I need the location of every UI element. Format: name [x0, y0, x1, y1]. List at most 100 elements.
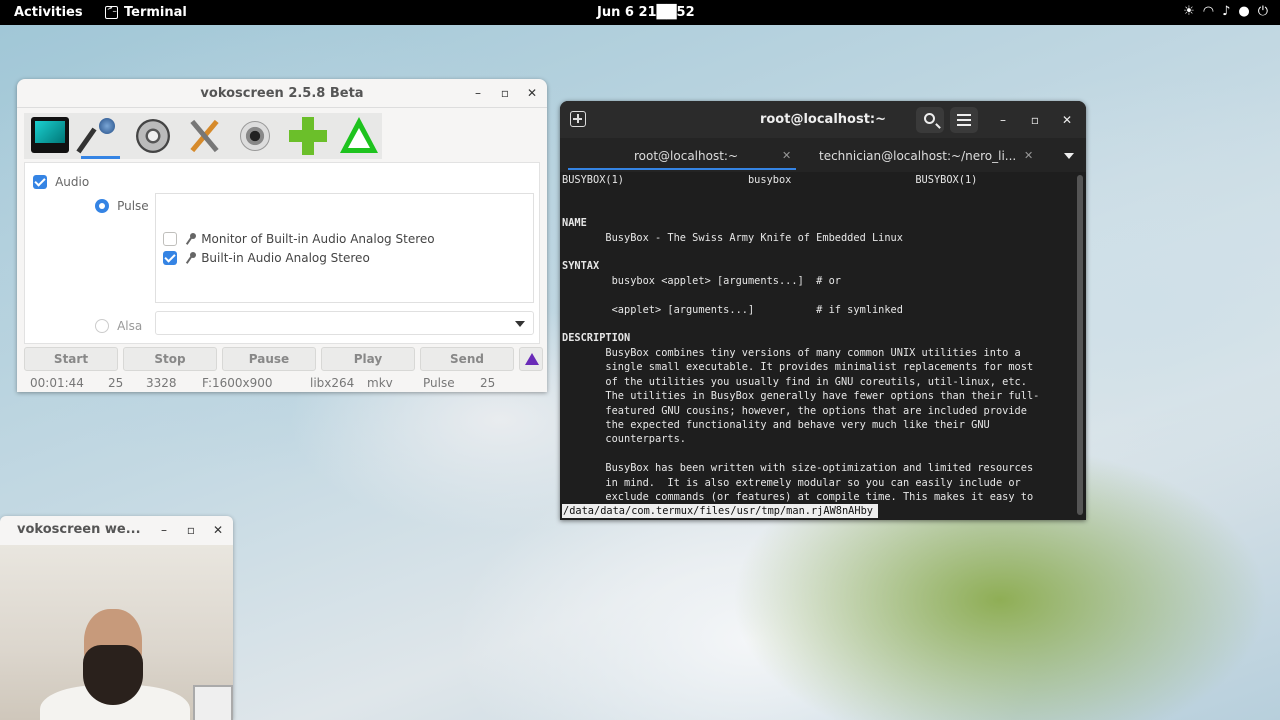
- mic-icon: [186, 251, 197, 264]
- microphone-icon: [76, 118, 115, 156]
- film-reel-icon: [136, 119, 170, 153]
- device-label: Monitor of Built-in Audio Analog Stereo: [201, 232, 435, 246]
- minimize-button[interactable]: –: [157, 523, 171, 537]
- send-button[interactable]: Send: [420, 347, 514, 371]
- tab-video[interactable]: [126, 113, 177, 159]
- hamburger-menu-icon: [957, 114, 971, 126]
- terminal-line: BusyBox combines tiny versions of many c…: [562, 346, 1021, 359]
- pulse-radio[interactable]: Pulse: [95, 195, 149, 214]
- wifi-icon: ◠: [1202, 4, 1215, 19]
- tab-label: technician@localhost:~/nero_li...: [819, 149, 1017, 163]
- terminal-line: featured GNU cousins; however, the optio…: [562, 404, 1027, 417]
- search-button[interactable]: [916, 107, 944, 133]
- device-item[interactable]: Monitor of Built-in Audio Analog Stereo: [163, 228, 435, 247]
- system-tray[interactable]: ☀ ◠ ♪ ● ⏻: [1183, 4, 1268, 19]
- scrollbar[interactable]: [1077, 175, 1083, 515]
- triangle-logo-icon: [340, 117, 378, 153]
- mic-icon: ●: [1238, 4, 1250, 19]
- checkbox-checked-icon: [163, 250, 177, 265]
- stop-button[interactable]: Stop: [123, 347, 217, 371]
- terminal-line: the expected functionality and behave ve…: [562, 418, 990, 431]
- pager-status-line: /data/data/com.termux/files/usr/tmp/man.…: [562, 504, 878, 518]
- webcam-title: vokoscreen we...: [17, 522, 141, 537]
- radio-selected-icon: [95, 198, 109, 213]
- minimize-button[interactable]: –: [996, 113, 1010, 127]
- terminal-output[interactable]: BUSYBOX(1) busybox BUSYBOX(1) NAME BusyB…: [562, 173, 1072, 519]
- start-button[interactable]: Start: [24, 347, 118, 371]
- tab-about[interactable]: [330, 113, 381, 159]
- terminal-headerbar[interactable]: root@localhost:~ – ▫ ✕: [560, 101, 1086, 138]
- tab-webcam[interactable]: [228, 113, 279, 159]
- webcam-video: [0, 545, 233, 720]
- audio-panel: Audio Pulse Monitor of Built-in Audio An…: [24, 162, 540, 344]
- tab-overflow-chevron-icon[interactable]: [1064, 153, 1074, 159]
- terminal-icon: [105, 4, 118, 19]
- play-button[interactable]: Play: [321, 347, 415, 371]
- terminal-line: of the utilities you usually find in GNU…: [562, 375, 1027, 388]
- close-button[interactable]: ✕: [211, 523, 225, 537]
- terminal-line: DESCRIPTION: [562, 332, 631, 345]
- terminal-line: in mind. It is also extremely modular so…: [562, 476, 1021, 489]
- tab-screen[interactable]: [24, 113, 75, 159]
- terminal-line: exclude commands (or features) at compil…: [562, 490, 1034, 503]
- maximize-button[interactable]: ▫: [498, 86, 512, 100]
- terminal-tabs: root@localhost:~ ✕ technician@localhost:…: [560, 138, 1086, 172]
- checkbox-unchecked-icon: [163, 231, 177, 246]
- top-bar: Activities Terminal Jun 6 21██52 ☀ ◠ ♪ ●…: [0, 0, 1280, 25]
- control-buttons: Start Stop Pause Play Send: [24, 347, 543, 371]
- clock[interactable]: Jun 6 21██52: [597, 5, 695, 20]
- tab-root[interactable]: root@localhost:~ ✕: [568, 142, 796, 170]
- alsa-device-select[interactable]: [155, 311, 534, 335]
- chevron-down-icon: [515, 321, 525, 327]
- search-icon: [924, 113, 935, 124]
- tab-add[interactable]: [279, 113, 330, 159]
- brightness-icon: ☀: [1183, 4, 1195, 19]
- status-audio: Pulse: [423, 376, 455, 390]
- monitor-icon: [31, 117, 69, 153]
- terminal-window: root@localhost:~ – ▫ ✕ root@localhost:~ …: [560, 101, 1086, 520]
- terminal-line: counterparts.: [562, 433, 686, 446]
- webcam-icon: [240, 121, 270, 151]
- close-button[interactable]: ✕: [525, 86, 539, 100]
- tab-technician[interactable]: technician@localhost:~/nero_li... ✕: [808, 142, 1036, 170]
- tab-audio[interactable]: [75, 113, 126, 159]
- radio-unselected-icon: [95, 318, 109, 333]
- close-button[interactable]: ✕: [1060, 113, 1074, 127]
- webcam-window: vokoscreen we... – ▫ ✕: [0, 516, 233, 720]
- mic-icon: [186, 232, 197, 245]
- audio-label: Audio: [55, 175, 90, 189]
- device-label: Built-in Audio Analog Stereo: [201, 251, 370, 265]
- close-tab-icon[interactable]: ✕: [782, 149, 791, 162]
- maximize-button[interactable]: ▫: [1028, 113, 1042, 127]
- terminal-line: NAME: [562, 217, 587, 230]
- triangle-logo-icon: [525, 353, 539, 365]
- terminal-line: SYNTAX: [562, 260, 600, 273]
- status-codec: libx264: [310, 376, 355, 390]
- device-item[interactable]: Built-in Audio Analog Stereo: [163, 247, 370, 266]
- menu-button[interactable]: [950, 107, 978, 133]
- vokoscreen-titlebar[interactable]: vokoscreen 2.5.8 Beta – ▫ ✕: [17, 79, 547, 108]
- alsa-radio[interactable]: Alsa: [95, 315, 142, 334]
- magnifier-button[interactable]: [519, 347, 543, 371]
- pulse-device-list: Monitor of Built-in Audio Analog Stereo …: [155, 193, 534, 303]
- terminal-line: <applet> [arguments...] # if symlinked: [562, 303, 903, 316]
- pause-button[interactable]: Pause: [222, 347, 316, 371]
- app-menu[interactable]: Terminal: [105, 4, 187, 20]
- tab-settings[interactable]: [177, 113, 228, 159]
- maximize-button[interactable]: ▫: [184, 523, 198, 537]
- volume-icon: ♪: [1222, 4, 1231, 19]
- status-fps: 25: [108, 376, 124, 390]
- activities-button[interactable]: Activities: [14, 5, 83, 20]
- plus-icon: [289, 117, 327, 155]
- audio-checkbox[interactable]: Audio: [33, 171, 89, 190]
- vokoscreen-window: vokoscreen 2.5.8 Beta – ▫ ✕ Audio Pulse …: [17, 79, 547, 392]
- checkbox-checked-icon: [33, 174, 47, 189]
- minimize-button[interactable]: –: [471, 86, 485, 100]
- close-tab-icon[interactable]: ✕: [1024, 149, 1033, 162]
- window-title: vokoscreen 2.5.8 Beta: [200, 86, 364, 101]
